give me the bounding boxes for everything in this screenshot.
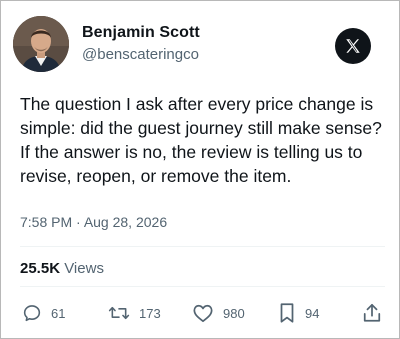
author-name[interactable]: Benjamin Scott bbox=[82, 24, 200, 42]
like-button[interactable]: 980 bbox=[192, 301, 245, 325]
avatar[interactable] bbox=[13, 16, 69, 72]
x-logo-icon[interactable] bbox=[335, 28, 371, 64]
tweet-date: Aug 28, 2026 bbox=[83, 214, 168, 230]
bookmark-icon bbox=[280, 303, 294, 323]
reply-icon bbox=[23, 305, 41, 322]
tweet-timestamp[interactable]: 7:58 PM · Aug 28, 2026 bbox=[20, 214, 167, 230]
views-stat[interactable]: 25.5K Views bbox=[20, 260, 104, 277]
tweet-text: The question I ask after every price cha… bbox=[20, 94, 382, 186]
avatar-image bbox=[13, 16, 69, 72]
bookmark-button[interactable]: 94 bbox=[278, 301, 319, 325]
retweet-button[interactable]: 173 bbox=[108, 301, 161, 325]
heart-icon bbox=[193, 304, 213, 323]
views-label: Views bbox=[60, 260, 104, 277]
tweet-card: Benjamin Scott @benscateringco The quest… bbox=[0, 0, 400, 339]
bookmark-count: 94 bbox=[305, 305, 320, 321]
action-bar: 61 173 980 94 bbox=[20, 301, 385, 325]
share-icon bbox=[363, 303, 381, 322]
tweet-time: 7:58 PM bbox=[20, 214, 73, 230]
author-handle[interactable]: @benscateringco bbox=[82, 46, 199, 63]
reply-count: 61 bbox=[51, 305, 66, 321]
reply-button[interactable]: 61 bbox=[22, 301, 65, 325]
share-button[interactable] bbox=[362, 301, 382, 325]
divider bbox=[20, 286, 385, 287]
like-count: 980 bbox=[223, 305, 245, 321]
meta-separator: · bbox=[72, 214, 84, 230]
views-count: 25.5K bbox=[20, 260, 61, 277]
divider bbox=[20, 246, 385, 247]
retweet-icon bbox=[108, 306, 130, 320]
retweet-count: 173 bbox=[139, 305, 161, 321]
